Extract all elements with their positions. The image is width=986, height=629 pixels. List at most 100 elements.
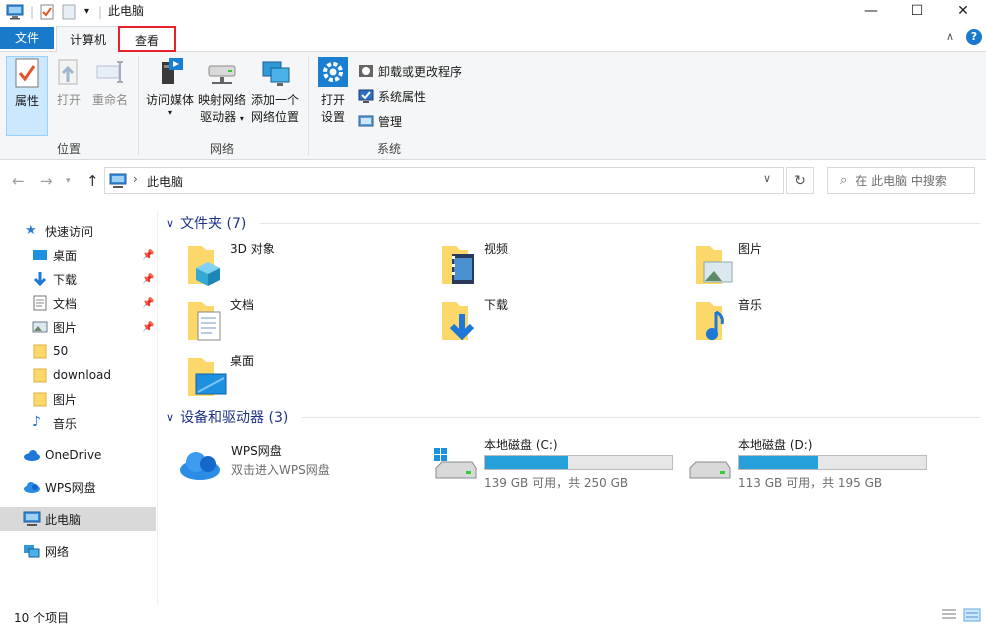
access-media-button[interactable]: 访问媒体 ▾ <box>144 56 196 117</box>
forward-arrow-icon[interactable]: → <box>40 172 53 190</box>
properties-button[interactable]: 属性 <box>6 56 48 136</box>
sidebar-item-folder-50[interactable]: 50 <box>0 339 156 363</box>
picture-icon <box>32 319 48 335</box>
section-divider <box>302 417 980 418</box>
folder-name: 视频 <box>484 242 509 256</box>
wps-cloud-large-icon <box>178 444 226 492</box>
sidebar-item-onedrive[interactable]: OneDrive <box>0 443 156 467</box>
open-settings-button[interactable]: 打开 设置 <box>314 56 352 126</box>
drive-c-usage-bar <box>484 455 673 470</box>
tab-computer[interactable]: 计算机 <box>56 26 120 52</box>
3d-objects-folder-icon <box>184 240 232 288</box>
sidebar-item-this-pc[interactable]: 此电脑 <box>0 507 156 531</box>
recent-locations-chevron-icon[interactable]: ▾ <box>66 176 71 186</box>
system-properties-label: 系统属性 <box>378 89 427 104</box>
folder-tile-music[interactable]: 音乐 <box>692 296 932 352</box>
access-media-dropdown-icon: ▾ <box>167 108 172 117</box>
folders-section-header[interactable]: ∨ 文件夹 (7) <box>166 212 246 234</box>
computer-icon <box>6 3 24 20</box>
collapse-ribbon-chevron-icon[interactable]: ∧ <box>946 30 954 43</box>
refresh-button[interactable]: ↻ <box>786 167 814 194</box>
add-network-location-button[interactable]: 添加一个 网络位置 <box>248 56 302 126</box>
manage-button[interactable]: 管理 <box>358 110 402 132</box>
folder-tile-pictures[interactable]: 图片 <box>692 240 932 296</box>
window-title: 此电脑 <box>108 4 145 18</box>
sidebar-label: 桌面 <box>53 248 78 263</box>
sidebar-label: 快速访问 <box>45 224 94 239</box>
document-icon <box>32 295 48 311</box>
help-icon[interactable]: ? <box>966 29 982 45</box>
devices-section-title: 设备和驱动器 (3) <box>180 410 289 426</box>
drive-c-usage-fill <box>485 456 569 469</box>
network-icon <box>23 543 40 559</box>
rename-button[interactable]: 重命名 <box>90 56 130 109</box>
open-button[interactable]: 打开 <box>50 56 88 109</box>
sidebar-item-documents[interactable]: 文档 📌 <box>0 291 156 315</box>
media-server-icon <box>154 56 186 88</box>
sidebar-item-pictures[interactable]: 图片 📌 <box>0 315 156 339</box>
title-bar: | ▾ | 此电脑 — ☐ ✕ <box>0 0 986 24</box>
tab-file[interactable]: 文件 <box>0 27 54 49</box>
sidebar-item-wps-drive[interactable]: WPS网盘 <box>0 475 156 499</box>
tiles-view-icon[interactable] <box>963 608 981 625</box>
address-history-chevron-icon[interactable]: ∨ <box>763 172 771 185</box>
drive-d-usage-fill <box>739 456 818 469</box>
drive-tile-c[interactable]: 本地磁盘 (C:) 139 GB 可用，共 250 GB <box>432 436 682 492</box>
network-drive-icon <box>206 56 238 88</box>
sidebar-item-downloads[interactable]: 下载 📌 <box>0 267 156 291</box>
search-input[interactable]: ⌕ 在 此电脑 中搜索 <box>827 167 975 194</box>
status-bar: 10 个项目 <box>0 604 986 629</box>
folder-tile-3d-objects[interactable]: 3D 对象 <box>184 240 424 296</box>
devices-section-header[interactable]: ∨ 设备和驱动器 (3) <box>166 406 288 428</box>
new-folder-quick-icon[interactable] <box>62 3 76 20</box>
collapse-chevron-icon: ∨ <box>166 410 175 424</box>
back-arrow-icon[interactable]: ← <box>12 172 25 190</box>
details-view-icon[interactable] <box>941 608 957 625</box>
open-settings-label-2: 设置 <box>320 110 345 124</box>
videos-folder-icon <box>438 240 486 288</box>
downloads-folder-icon <box>438 296 486 344</box>
up-arrow-icon[interactable]: ↑ <box>86 172 99 190</box>
folder-tile-documents[interactable]: 文档 <box>184 296 424 352</box>
access-media-label: 访问媒体 <box>145 93 194 107</box>
drive-tile-d[interactable]: 本地磁盘 (D:) 113 GB 可用，共 195 GB <box>686 436 936 492</box>
folder-tile-videos[interactable]: 视频 <box>438 240 678 296</box>
refresh-icon: ↻ <box>794 172 806 189</box>
address-bar[interactable]: › 此电脑 ∨ <box>104 167 784 194</box>
properties-quick-icon[interactable] <box>40 3 54 20</box>
minimize-button[interactable]: — <box>848 0 894 22</box>
sidebar-item-folder-download[interactable]: download <box>0 363 156 387</box>
sidebar-item-desktop[interactable]: 桌面 📌 <box>0 243 156 267</box>
map-network-drive-button[interactable]: 映射网络 驱动器 ▾ <box>196 56 248 127</box>
sidebar-label: OneDrive <box>45 448 102 462</box>
drive-d-free-space: 113 GB 可用，共 195 GB <box>738 476 883 490</box>
tab-view[interactable]: 查看 <box>118 26 176 52</box>
sidebar-item-folder-pictures[interactable]: 图片 <box>0 387 156 411</box>
sidebar-item-music[interactable]: ♪ 音乐 <box>0 411 156 435</box>
sidebar-label: WPS网盘 <box>45 480 96 495</box>
open-icon <box>53 56 85 88</box>
folder-tile-desktop[interactable]: 桌面 <box>184 352 424 408</box>
folder-icon <box>32 343 48 359</box>
uninstall-programs-button[interactable]: 卸载或更改程序 <box>358 60 462 82</box>
pin-icon: 📌 <box>142 321 155 333</box>
uninstall-label: 卸载或更改程序 <box>378 64 463 79</box>
maximize-button[interactable]: ☐ <box>894 0 940 22</box>
group-label-network: 网络 <box>209 142 234 156</box>
folder-icon <box>32 391 48 407</box>
close-button[interactable]: ✕ <box>940 0 986 22</box>
drive-c-free-space: 139 GB 可用，共 250 GB <box>484 476 629 490</box>
system-properties-button[interactable]: 系统属性 <box>358 85 426 107</box>
wps-drive-tile[interactable]: WPS网盘 双击进入WPS网盘 <box>178 442 418 498</box>
folder-tile-downloads[interactable]: 下载 <box>438 296 678 352</box>
sidebar-item-network[interactable]: 网络 <box>0 539 156 563</box>
breadcrumb-this-pc[interactable]: 此电脑 <box>147 173 183 190</box>
customize-toolbar-chevron-icon[interactable]: ▾ <box>84 3 89 20</box>
download-icon <box>32 271 48 287</box>
sidebar-label: 此电脑 <box>45 512 82 527</box>
drive-c-name: 本地磁盘 (C:) <box>484 438 558 452</box>
sidebar-item-quick-access[interactable]: ★ 快速访问 <box>0 219 156 243</box>
folder-icon <box>32 367 48 383</box>
section-divider <box>260 223 980 224</box>
breadcrumb-chevron-icon[interactable]: › <box>133 172 138 186</box>
